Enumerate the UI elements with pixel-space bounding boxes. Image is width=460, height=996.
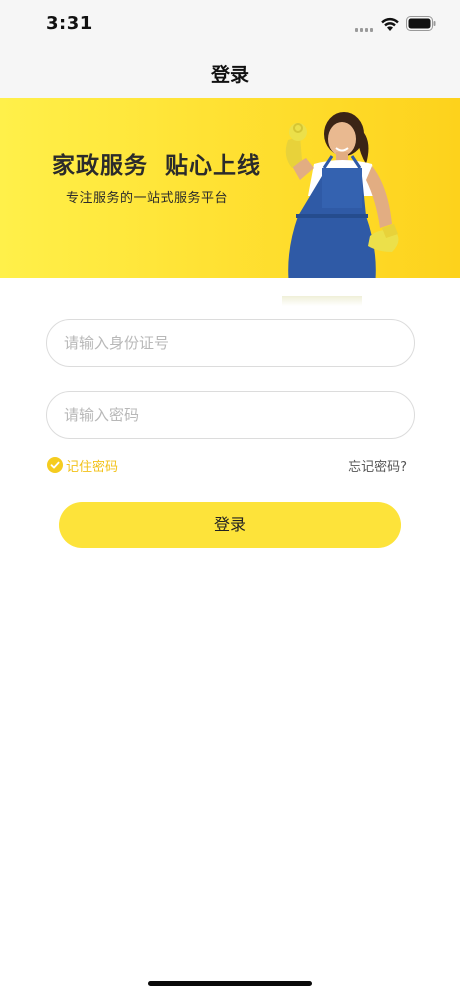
navigation-bar: 登录 (0, 48, 460, 98)
password-input[interactable] (46, 391, 415, 439)
forgot-password-link[interactable]: 忘记密码? (348, 456, 407, 475)
illustration-shadow (282, 296, 362, 306)
status-bar: 3:31 (0, 0, 460, 48)
housekeeper-illustration (285, 112, 399, 278)
promo-banner: 家政服务 贴心上线 专注服务的一站式服务平台 (0, 98, 460, 278)
battery-icon (406, 16, 436, 31)
wifi-icon (381, 17, 399, 31)
cellular-signal-icon (355, 26, 375, 32)
status-time: 3:31 (46, 13, 93, 34)
remember-password-label: 记住密码 (66, 459, 119, 475)
check-circle-icon (47, 457, 63, 473)
login-button[interactable]: 登录 (59, 502, 401, 548)
banner-title: 家政服务 贴心上线 (52, 153, 262, 179)
page-title: 登录 (210, 64, 249, 86)
banner-subtitle: 专注服务的一站式服务平台 (66, 191, 229, 206)
home-indicator (148, 981, 312, 986)
remember-password-toggle[interactable]: 记住密码 (47, 455, 118, 475)
id-number-input[interactable] (46, 319, 415, 367)
